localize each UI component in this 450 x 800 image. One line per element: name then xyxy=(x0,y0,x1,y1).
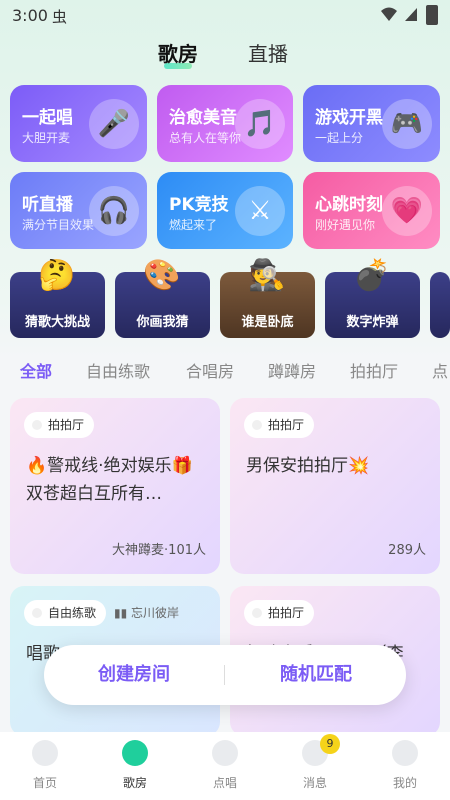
chat-bubble-icon xyxy=(212,740,238,766)
status-bar: 3:00 虫 xyxy=(0,0,450,32)
room-tag: 拍拍厅 xyxy=(244,600,315,626)
room-title: 男保安拍拍厅💥 xyxy=(246,456,370,476)
room-title: 🔥警戒线·绝对娱乐🎁双苍超白互所有… xyxy=(26,456,193,504)
heart-icon: 💗 xyxy=(382,186,432,236)
top-tabs: 歌房 直播 xyxy=(0,38,450,72)
card-gaming[interactable]: 游戏开黑 一起上分 🎮 xyxy=(303,85,440,162)
card-subtitle: 大胆开麦 xyxy=(22,131,71,145)
music-note-icon xyxy=(122,740,148,766)
gamepad-icon: 🎮 xyxy=(382,99,432,149)
headphones-icon: 🎧 xyxy=(89,186,139,236)
nav-song-room[interactable]: 歌房 xyxy=(90,740,180,791)
nav-label: 我的 xyxy=(392,776,417,790)
card-subtitle: 燃起来了 xyxy=(169,218,218,232)
microphone-icon: 🎤 xyxy=(89,99,139,149)
nav-request-song[interactable]: 点唱 xyxy=(180,740,270,791)
battery-icon xyxy=(426,5,438,25)
card-title: 治愈美音 xyxy=(169,108,237,128)
tab-live[interactable]: 直播 xyxy=(248,38,288,67)
game-guess-song[interactable]: 🤔 猜歌大挑战 xyxy=(10,258,105,338)
room-card[interactable]: 拍拍厅 🔥警戒线·绝对娱乐🎁双苍超白互所有… 大神蹲麦·101人 xyxy=(10,398,220,574)
crossed-swords-icon: ⚔ xyxy=(235,186,285,236)
bomb-icon: 💣 xyxy=(353,258,391,293)
card-title: 游戏开黑 xyxy=(315,108,383,128)
card-title: PK竞技 xyxy=(169,195,229,215)
category-squat[interactable]: 蹲蹲房 xyxy=(268,358,316,382)
nav-label: 点唱 xyxy=(212,776,237,790)
card-title: 心跳时刻 xyxy=(315,195,383,215)
detective-hat-icon: 🕵 xyxy=(248,258,286,293)
category-chorus[interactable]: 合唱房 xyxy=(186,358,234,382)
card-subtitle: 总有人在等你 xyxy=(169,131,242,145)
category-auction[interactable]: 拍拍厅 xyxy=(350,358,398,382)
room-tag: 自由练歌 xyxy=(24,600,107,626)
room-count: 289人 xyxy=(388,543,426,558)
nav-label: 消息 xyxy=(302,776,327,790)
room-sub-label: 忘川彼岸 xyxy=(131,606,180,620)
card-heartbeat[interactable]: 心跳时刻 刚好遇见你 💗 xyxy=(303,172,440,249)
card-subtitle: 满分节目效果 xyxy=(22,218,95,232)
thinking-face-icon: 🤔 xyxy=(38,258,76,293)
unread-badge: 9 xyxy=(320,734,340,754)
room-sub: ▮▮ 忘川彼岸 xyxy=(114,606,180,620)
category-free-practice[interactable]: 自由练歌 xyxy=(86,358,150,382)
nav-label: 歌房 xyxy=(122,776,147,790)
game-undercover[interactable]: 🕵 谁是卧底 xyxy=(220,258,315,338)
card-title: 一起唱 xyxy=(22,108,73,128)
tab-song-room[interactable]: 歌房 xyxy=(158,38,198,69)
wifi-icon xyxy=(381,7,397,21)
game-label: 谁是卧底 xyxy=(241,315,294,330)
create-room-button[interactable]: 创建房间 xyxy=(44,645,224,705)
category-all[interactable]: 全部 xyxy=(20,358,52,382)
home-icon xyxy=(32,740,58,766)
nav-label: 首页 xyxy=(32,776,57,790)
room-tag: 拍拍厅 xyxy=(244,412,315,438)
debug-icon: 虫 xyxy=(52,8,68,26)
game-number-bomb[interactable]: 💣 数字炸弹 xyxy=(325,258,420,338)
room-card[interactable]: 拍拍厅 男保安拍拍厅💥 289人 xyxy=(230,398,440,574)
bottom-nav: 首页 歌房 点唱 9 消息 我的 xyxy=(0,732,450,800)
card-subtitle: 一起上分 xyxy=(315,131,364,145)
category-more[interactable]: 点 xyxy=(432,358,448,382)
room-count: 大神蹲麦·101人 xyxy=(112,543,206,558)
game-label: 你画我猜 xyxy=(136,315,189,330)
card-title: 听直播 xyxy=(22,195,73,215)
profile-icon xyxy=(392,740,418,766)
game-draw-guess[interactable]: 🎨 你画我猜 xyxy=(115,258,210,338)
music-note-icon: 🎵 xyxy=(235,99,285,149)
divider xyxy=(224,665,225,685)
card-sing-together[interactable]: 一起唱 大胆开麦 🎤 xyxy=(10,85,147,162)
category-tabs: 全部 自由练歌 合唱房 蹲蹲房 拍拍厅 点 xyxy=(0,358,450,386)
room-tag: 拍拍厅 xyxy=(24,412,95,438)
card-healing-voice[interactable]: 治愈美音 总有人在等你 🎵 xyxy=(157,85,293,162)
status-time: 3:00 xyxy=(12,6,48,25)
game-partial[interactable] xyxy=(430,272,450,338)
palette-icon: 🎨 xyxy=(143,258,181,293)
signal-icon xyxy=(405,8,417,21)
game-label: 数字炸弹 xyxy=(346,315,399,330)
card-watch-live[interactable]: 听直播 满分节目效果 🎧 xyxy=(10,172,147,249)
card-pk[interactable]: PK竞技 燃起来了 ⚔ xyxy=(157,172,293,249)
nav-messages[interactable]: 9 消息 xyxy=(270,734,360,791)
card-subtitle: 刚好遇见你 xyxy=(315,218,376,232)
random-match-button[interactable]: 随机匹配 xyxy=(226,645,406,705)
game-label: 猜歌大挑战 xyxy=(24,315,90,330)
nav-home[interactable]: 首页 xyxy=(0,740,90,791)
nav-profile[interactable]: 我的 xyxy=(360,740,450,791)
floating-action-bar: 创建房间 随机匹配 xyxy=(44,645,406,705)
